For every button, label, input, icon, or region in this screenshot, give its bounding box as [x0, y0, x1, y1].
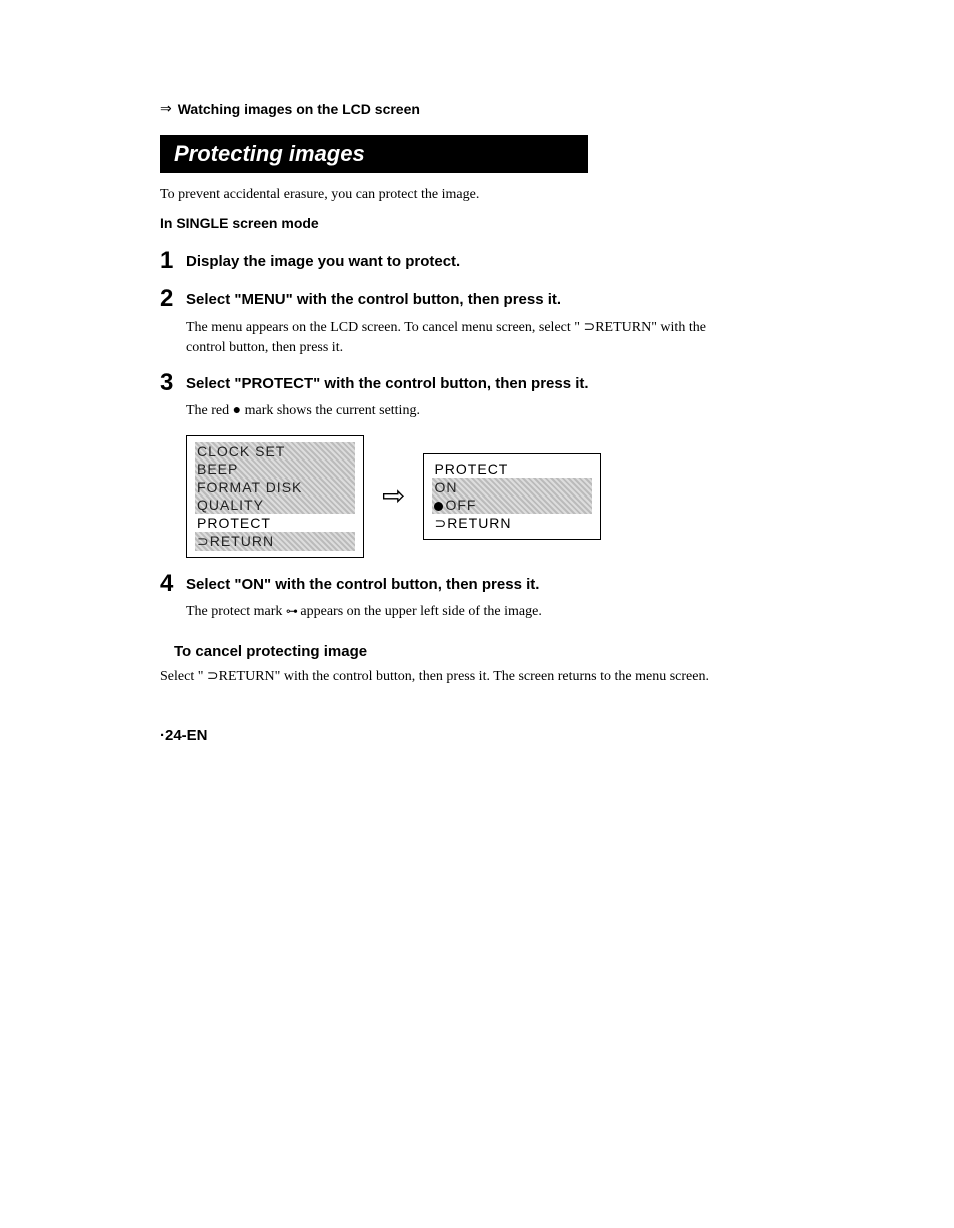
menu-heading: PROTECT	[432, 460, 592, 478]
menu-item: CLOCK SET	[195, 442, 355, 460]
step-number: 2	[160, 287, 178, 311]
cancel-heading: To cancel protecting image	[174, 643, 740, 660]
menu-item: BEEP	[195, 460, 355, 478]
step-body-post: appears on the upper left side of the im…	[297, 604, 542, 619]
section-title: Protecting images	[160, 135, 588, 173]
protect-mark-icon: ⊶	[286, 603, 297, 620]
cancel-body-post: RETURN" with the control button, then pr…	[219, 669, 709, 684]
step-number: 1	[160, 249, 178, 273]
step-body: The protect mark ⊶ appears on the upper …	[186, 602, 740, 622]
return-icon: ⊃	[207, 667, 219, 683]
step-1: 1 Display the image you want to protect.	[160, 249, 740, 273]
step-4: 4 Select "ON" with the control button, t…	[160, 572, 740, 622]
step-number: 4	[160, 572, 178, 596]
menu-item: FORMAT DISK	[195, 478, 355, 496]
menu-item-selected: PROTECT	[195, 514, 355, 532]
breadcrumb-text: Watching images on the LCD screen	[178, 101, 420, 117]
lcd-menu-screen: CLOCK SET BEEP FORMAT DISK QUALITY PROTE…	[186, 435, 364, 558]
menu-item-label: OFF	[445, 497, 476, 513]
arrow-right-icon: ⇨	[382, 479, 405, 513]
lcd-screens-diagram: CLOCK SET BEEP FORMAT DISK QUALITY PROTE…	[186, 435, 740, 558]
step-3: 3 Select "PROTECT" with the control butt…	[160, 371, 740, 558]
lcd-protect-screen: PROTECT ON OFF ⊃RETURN	[423, 453, 601, 540]
page-number: ·24-EN	[160, 727, 740, 744]
menu-item: ⊃RETURN	[195, 532, 355, 551]
step-2: 2 Select "MENU" with the control button,…	[160, 287, 740, 357]
screen-mode-label: In SINGLE screen mode	[160, 215, 740, 231]
step-number: 3	[160, 371, 178, 395]
manual-page: ⇒ Watching images on the LCD screen Prot…	[0, 0, 900, 804]
step-body: The menu appears on the LCD screen. To c…	[186, 317, 740, 357]
breadcrumb-arrow-icon: ⇒	[160, 100, 172, 117]
breadcrumb: ⇒ Watching images on the LCD screen	[160, 100, 740, 117]
intro-text: To prevent accidental erasure, you can p…	[160, 187, 740, 203]
step-body-pre: The protect mark	[186, 604, 286, 619]
cancel-body: Select " ⊃RETURN" with the control butto…	[160, 666, 740, 687]
dot-icon	[434, 502, 443, 511]
return-icon: ⊃	[583, 318, 595, 334]
step-title: Select "MENU" with the control button, t…	[186, 287, 561, 308]
step-body-pre: The menu appears on the LCD screen. To c…	[186, 320, 583, 335]
step-title: Select "ON" with the control button, the…	[186, 572, 539, 593]
menu-item: QUALITY	[195, 496, 355, 514]
menu-item-current: OFF	[432, 496, 592, 514]
menu-item: ON	[432, 478, 592, 496]
cancel-body-pre: Select "	[160, 669, 207, 684]
step-title: Display the image you want to protect.	[186, 249, 460, 270]
menu-item: ⊃RETURN	[432, 514, 592, 533]
step-title: Select "PROTECT" with the control button…	[186, 371, 589, 392]
step-body: The red ● mark shows the current setting…	[186, 401, 740, 421]
